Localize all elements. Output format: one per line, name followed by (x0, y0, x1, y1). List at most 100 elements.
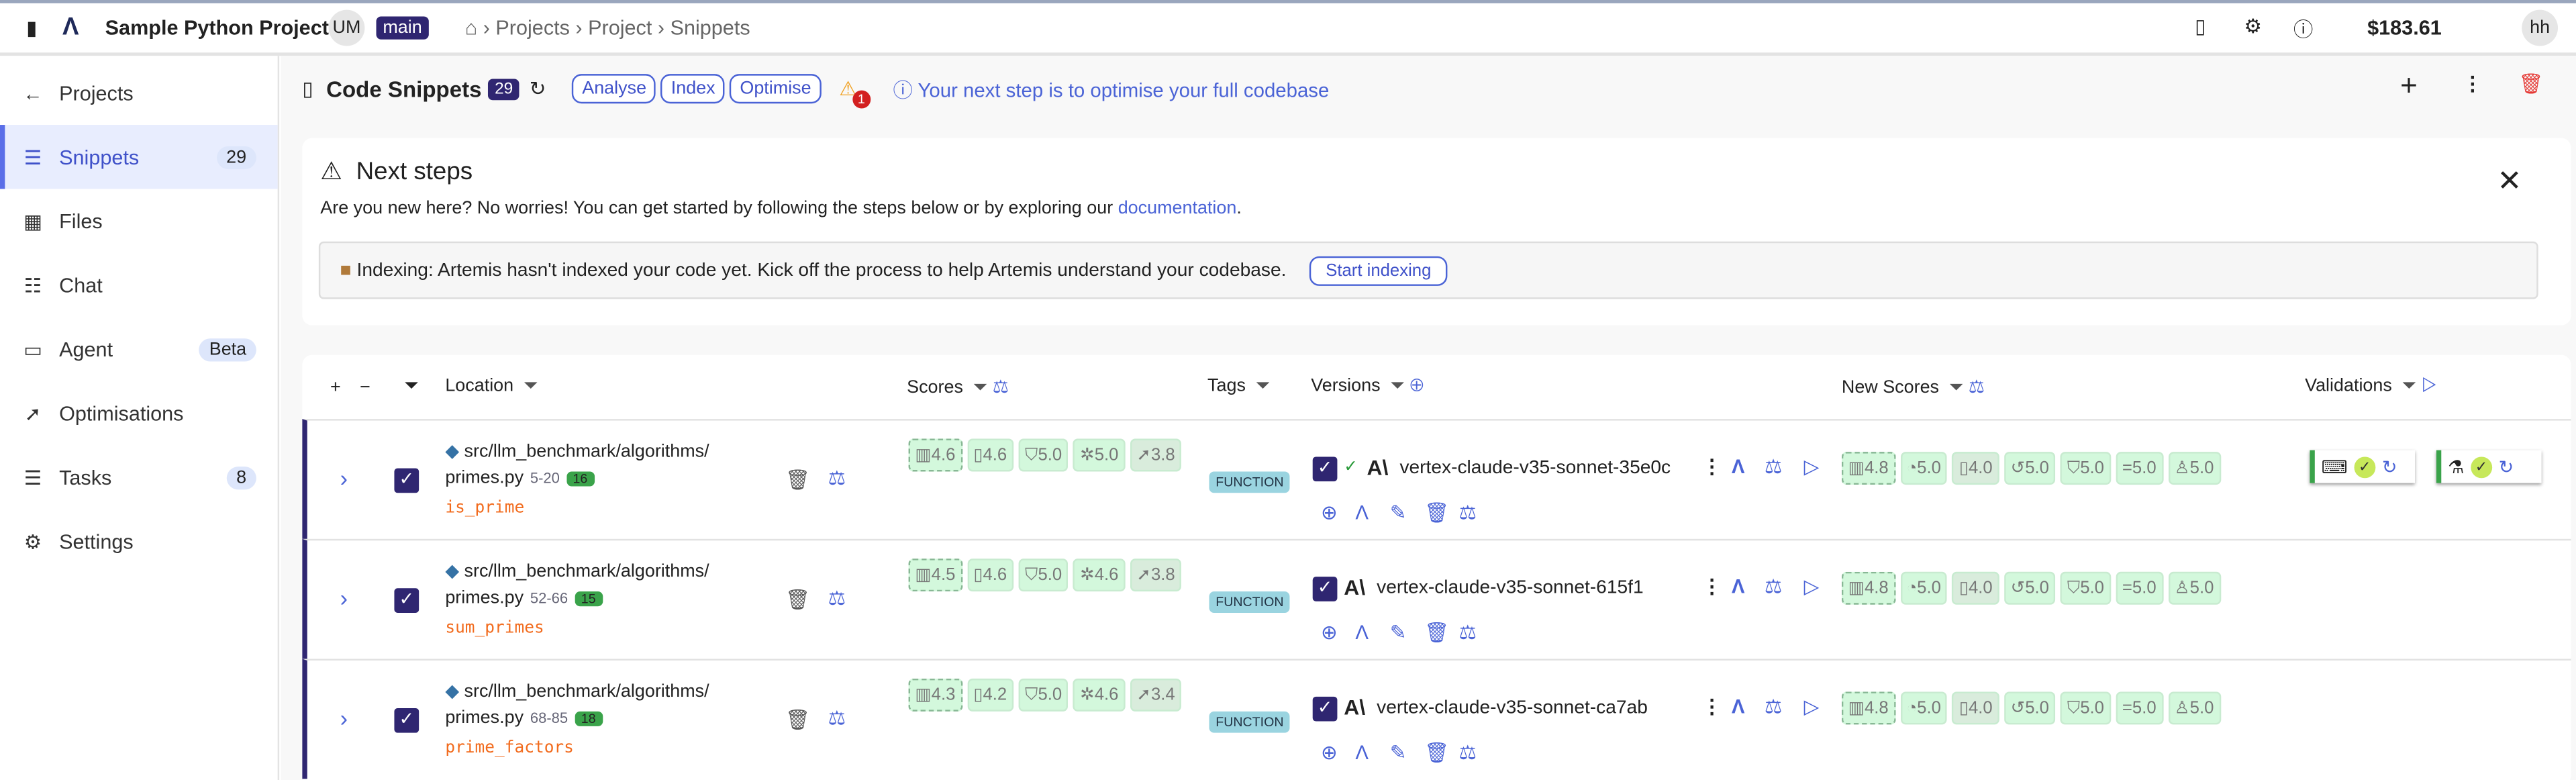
artemis-icon[interactable]: Ʌ (1355, 501, 1369, 524)
version-checkbox[interactable]: ✓ (1312, 456, 1338, 482)
rerun-icon[interactable]: ↻ (2382, 456, 2397, 477)
artemis-icon[interactable]: Ʌ (1355, 741, 1369, 764)
avatar[interactable]: UM (328, 9, 365, 46)
warning-icon[interactable]: ⚠ 1 (839, 77, 871, 109)
balance-scale-icon[interactable]: ⚖ (828, 707, 846, 730)
analyse-button[interactable]: Analyse (572, 74, 656, 104)
tag-badge[interactable]: FUNCTION (1209, 591, 1291, 613)
project-name[interactable]: Sample Python Project (105, 16, 329, 39)
column-validations[interactable]: Validations ⏷ ▷ (2305, 377, 2437, 398)
more-icon[interactable]: ⋮ (1702, 695, 1722, 718)
column-versions[interactable]: Versions ⏷ ⊕ (1311, 377, 1424, 398)
location[interactable]: ◆ src/llm_benchmark/algorithms/primes.py… (445, 558, 709, 642)
back-to-projects[interactable]: ← Projects (0, 61, 278, 125)
version-checkbox[interactable]: ✓ (1312, 577, 1338, 601)
more-icon[interactable]: ⋮ (1702, 455, 1722, 478)
trash-icon[interactable]: 🗑 (785, 588, 810, 611)
next-step-hint[interactable]: ⓘ Your next step is to optimise your ful… (893, 75, 1329, 103)
sidebar-item-agent[interactable]: ▭ Agent Beta (0, 317, 278, 381)
column-tags[interactable]: Tags ⏷ (1207, 377, 1270, 398)
more-icon[interactable]: ⋮ (2463, 72, 2482, 95)
filter-icon[interactable]: ⏷ (1256, 377, 1271, 396)
play-icon[interactable]: ▷ (1804, 575, 1820, 598)
validation-code[interactable]: ⌨ ✓ ↻ (2310, 450, 2416, 483)
expand-icon[interactable]: › (340, 705, 348, 731)
play-icon[interactable]: ▷ (1804, 455, 1820, 478)
edit-icon[interactable]: ✎ (1390, 501, 1407, 524)
trash-icon[interactable]: 🗑 (1424, 621, 1449, 644)
breadcrumb-project[interactable]: Project (588, 16, 652, 39)
panel-icon[interactable]: ▯ (2195, 15, 2206, 38)
balance-scale-icon[interactable]: ⚖ (1459, 501, 1477, 524)
sidebar-item-snippets[interactable]: ☰ Snippets 29 (0, 125, 278, 189)
edit-icon[interactable]: ✎ (1390, 621, 1407, 644)
location[interactable]: ◆ src/llm_benchmark/algorithms/primes.py… (445, 679, 709, 763)
balance-scale-icon[interactable]: ⚖ (1765, 455, 1782, 478)
expand-all-icon[interactable]: + (330, 377, 341, 397)
filter-icon[interactable]: ⏷ (524, 377, 538, 396)
add-icon[interactable]: ⊕ (1321, 501, 1338, 524)
balance-scale-icon[interactable]: ⚖ (1765, 575, 1782, 598)
function-name[interactable]: sum_primes (445, 616, 709, 642)
delete-icon[interactable]: 🗑 (2518, 72, 2543, 95)
sidebar-toggle-icon[interactable]: ▮ (26, 16, 37, 39)
file-name[interactable]: primes.py (445, 588, 524, 607)
row-checkbox[interactable]: ✓ (394, 468, 419, 493)
artemis-icon[interactable]: Ʌ (1355, 621, 1369, 644)
trash-icon[interactable]: 🗑 (785, 708, 810, 731)
function-name[interactable]: is_prime (445, 496, 709, 522)
sidebar-item-chat[interactable]: ☷ Chat (0, 253, 278, 317)
version-name[interactable]: vertex-claude-v35-sonnet-35e0c (1399, 458, 1671, 478)
version-name[interactable]: vertex-claude-v35-sonnet-615f1 (1377, 579, 1643, 598)
sidebar-item-optimisations[interactable]: ➚ Optimisations (0, 381, 278, 445)
branch-badge[interactable]: main (376, 16, 429, 40)
version-checkbox[interactable]: ✓ (1312, 696, 1338, 722)
column-location[interactable]: Location ⏷ (445, 377, 538, 398)
filter-icon[interactable]: ⏷ (2402, 377, 2417, 396)
more-icon[interactable]: ⋮ (1702, 575, 1722, 598)
expand-icon[interactable]: › (340, 465, 348, 491)
add-icon[interactable]: + (2400, 69, 2418, 103)
gear-icon[interactable]: ⚙ (2244, 15, 2262, 38)
column-scores[interactable]: Scores ⏷ ⚖ (907, 375, 1009, 398)
file-name[interactable]: primes.py (445, 708, 524, 728)
row-checkbox[interactable]: ✓ (394, 708, 419, 733)
add-icon[interactable]: ⊕ (1321, 621, 1338, 644)
help-icon[interactable]: ⓘ (2293, 15, 2313, 43)
artemis-icon[interactable]: Ʌ (1732, 575, 1745, 598)
balance[interactable]: $183.61 (2367, 16, 2442, 39)
balance-scale-icon[interactable]: ⚖ (828, 587, 846, 610)
optimise-button[interactable]: Optimise (730, 74, 822, 104)
panel-icon[interactable]: ▯ (302, 77, 313, 100)
sidebar-item-tasks[interactable]: ☰ Tasks 8 (0, 445, 278, 509)
start-indexing-button[interactable]: Start indexing (1309, 255, 1448, 285)
rerun-icon[interactable]: ↻ (2499, 456, 2514, 477)
trash-icon[interactable]: 🗑 (1424, 501, 1449, 524)
tag-badge[interactable]: FUNCTION (1209, 711, 1291, 733)
home-icon[interactable]: ⌂ (465, 16, 478, 39)
breadcrumb-projects[interactable]: Projects (495, 16, 570, 39)
user-avatar[interactable]: hh (2522, 9, 2559, 46)
location[interactable]: ◆ src/llm_benchmark/algorithms/primes.py… (445, 439, 709, 523)
refresh-icon[interactable]: ↻ (530, 77, 546, 100)
filter-icon[interactable]: ⏷ (1949, 377, 1964, 397)
add-version-icon[interactable]: ⊕ (1409, 377, 1424, 396)
file-name[interactable]: primes.py (445, 469, 524, 488)
expand-icon[interactable]: › (340, 585, 348, 611)
sidebar-item-files[interactable]: ▦ Files (0, 189, 278, 252)
documentation-link[interactable]: documentation (1118, 199, 1237, 218)
collapse-all-icon[interactable]: − (360, 377, 370, 397)
filter-icon[interactable]: ⏷ (1390, 377, 1405, 396)
artemis-icon[interactable]: Ʌ (1732, 455, 1745, 478)
balance-scale-icon[interactable]: ⚖ (993, 377, 1009, 397)
artemis-icon[interactable]: Ʌ (1732, 695, 1745, 718)
tag-badge[interactable]: FUNCTION (1209, 471, 1291, 493)
trash-icon[interactable]: 🗑 (1424, 741, 1449, 764)
index-button[interactable]: Index (661, 74, 726, 104)
column-new-scores[interactable]: New Scores ⏷ ⚖ (1842, 375, 1985, 398)
row-checkbox[interactable]: ✓ (394, 588, 419, 613)
balance-scale-icon[interactable]: ⚖ (1459, 741, 1477, 764)
sidebar-item-settings[interactable]: ⚙ Settings (0, 509, 278, 573)
filter-icon[interactable]: ⏷ (404, 377, 419, 398)
run-validations-icon[interactable]: ▷ (2422, 377, 2438, 396)
